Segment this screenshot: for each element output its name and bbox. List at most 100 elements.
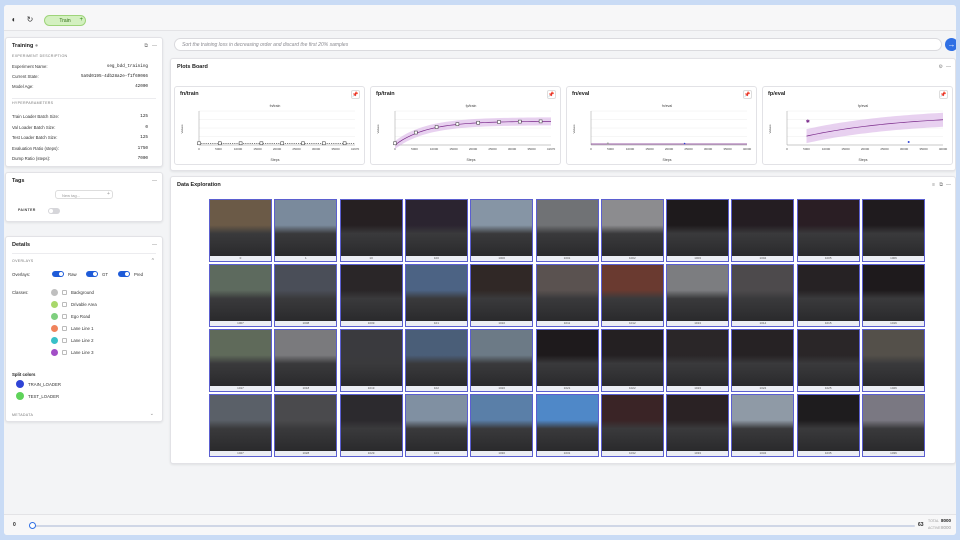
sample-cell[interactable]: 1029: [339, 394, 403, 457]
sample-cell[interactable]: 1033: [666, 394, 730, 457]
collapse-icon[interactable]: —: [946, 182, 951, 188]
sample-cell[interactable]: 1035: [796, 394, 860, 457]
pin-icon[interactable]: 📌: [939, 90, 948, 99]
sample-cell[interactable]: 1016: [862, 264, 925, 327]
sample-cell[interactable]: 0: [209, 199, 272, 262]
sample-id: 1003: [667, 256, 729, 261]
collapse-icon[interactable]: —: [152, 242, 157, 248]
sample-cell[interactable]: 1022: [600, 329, 664, 392]
pred-toggle[interactable]: [118, 271, 130, 277]
sample-cell[interactable]: 1015: [796, 264, 860, 327]
sample-cell[interactable]: 102: [404, 329, 468, 392]
x-tick-label: 35000: [527, 147, 536, 151]
add-tag-icon[interactable]: +: [107, 191, 110, 197]
sample-cell[interactable]: 10: [339, 199, 403, 262]
sample-cell[interactable]: 1008: [274, 264, 338, 327]
tags-title: Tags: [12, 178, 25, 184]
sample-cell[interactable]: 1021: [535, 329, 599, 392]
sample-cell[interactable]: 1019: [339, 329, 403, 392]
class-color-swatch[interactable]: [51, 337, 58, 344]
divider: [12, 253, 156, 254]
split-color-swatch[interactable]: [16, 392, 24, 400]
chart-fp-train[interactable]: fp/train 📌 fp/train 0 5000 10000 15000 20000 250…: [370, 86, 561, 165]
range-slider-track[interactable]: [33, 525, 915, 527]
copy-icon[interactable]: ⧉: [144, 43, 148, 49]
class-checkbox[interactable]: [62, 350, 67, 355]
sample-cell[interactable]: 1031: [535, 394, 599, 457]
sample-cell[interactable]: 1009: [339, 264, 403, 327]
sample-cell[interactable]: 1028: [274, 394, 338, 457]
sample-cell[interactable]: 1011: [535, 264, 599, 327]
sample-cell[interactable]: 1002: [600, 199, 664, 262]
split-color-swatch[interactable]: [16, 380, 24, 388]
class-checkbox[interactable]: [62, 290, 67, 295]
collapse-icon[interactable]: —: [152, 43, 157, 49]
copy-icon[interactable]: ⧉: [939, 182, 943, 188]
sample-cell[interactable]: 1010: [470, 264, 534, 327]
class-checkbox[interactable]: [62, 338, 67, 343]
sample-cell[interactable]: 1006: [862, 199, 925, 262]
sample-cell[interactable]: 1003: [666, 199, 730, 262]
add-run-icon[interactable]: +: [79, 17, 83, 23]
sample-cell[interactable]: 103: [404, 394, 468, 457]
class-color-swatch[interactable]: [51, 313, 58, 320]
settings-icon[interactable]: ⚙: [939, 64, 943, 70]
sample-cell[interactable]: 1: [274, 199, 338, 262]
sample-cell[interactable]: 1007: [209, 264, 272, 327]
sample-cell[interactable]: 1017: [209, 329, 272, 392]
x-tick-label: 10000: [234, 147, 243, 151]
sample-cell[interactable]: 1001: [535, 199, 599, 262]
class-color-swatch[interactable]: [51, 289, 58, 296]
chevron-up-icon[interactable]: ^: [152, 258, 154, 264]
sample-cell[interactable]: 1024: [731, 329, 795, 392]
send-button[interactable]: →: [945, 38, 956, 51]
sample-cell[interactable]: 1036: [862, 394, 925, 457]
class-checkbox[interactable]: [62, 302, 67, 307]
chart-fn-eval[interactable]: fn/eval 📌 fn/eval 0 5000 10000 15000 20000 25000…: [566, 86, 757, 165]
sample-thumbnail: [601, 330, 663, 386]
refresh-icon[interactable]: ↻: [24, 13, 36, 25]
sample-cell[interactable]: 1005: [796, 199, 860, 262]
collapse-icon[interactable]: —: [152, 178, 157, 184]
sample-cell[interactable]: 101: [404, 264, 468, 327]
sample-cell[interactable]: 1018: [274, 329, 338, 392]
sample-cell[interactable]: 1030: [470, 394, 534, 457]
sample-cell[interactable]: 1023: [666, 329, 730, 392]
sample-cell[interactable]: 1034: [731, 394, 795, 457]
new-tag-input[interactable]: New tag...: [55, 190, 113, 199]
raw-toggle[interactable]: [52, 271, 64, 277]
sample-cell[interactable]: 1027: [209, 394, 272, 457]
sample-cell[interactable]: 1012: [600, 264, 664, 327]
top-bar: ◐ ↻ Train +: [4, 5, 956, 31]
sample-cell[interactable]: 1004: [731, 199, 795, 262]
collapse-icon[interactable]: —: [946, 64, 951, 70]
class-checkbox[interactable]: [62, 326, 67, 331]
range-slider-handle[interactable]: [29, 522, 36, 529]
pin-icon[interactable]: 📌: [351, 90, 360, 99]
chevron-down-icon[interactable]: ⌄: [150, 411, 154, 417]
sample-cell[interactable]: 1014: [731, 264, 795, 327]
gt-toggle[interactable]: [86, 271, 98, 277]
prompt-input[interactable]: Sort the training loss in decreasing ord…: [174, 38, 942, 51]
sample-cell[interactable]: 1000: [470, 199, 534, 262]
sample-cell[interactable]: 1025: [796, 329, 860, 392]
sample-cell[interactable]: 1026: [862, 329, 925, 392]
sample-cell[interactable]: 1013: [666, 264, 730, 327]
grid-view-icon[interactable]: ≡: [932, 182, 935, 188]
pin-icon[interactable]: 📌: [743, 90, 752, 99]
sample-cell[interactable]: 1020: [470, 329, 534, 392]
class-color-swatch[interactable]: [51, 349, 58, 356]
chart-fp-eval[interactable]: fp/eval 📌 fp/eval 0 5000 10000 15000 20000 25000…: [762, 86, 953, 165]
painter-toggle[interactable]: [48, 208, 60, 214]
class-color-swatch[interactable]: [51, 301, 58, 308]
x-tick-label: 5000: [411, 147, 418, 151]
sample-cell[interactable]: 100: [404, 199, 468, 262]
pin-icon[interactable]: 📌: [547, 90, 556, 99]
sample-cell[interactable]: 1032: [600, 394, 664, 457]
chart-fn-train[interactable]: fn/train 📌 fn/train 0 5000 10000 15000 20000 250…: [174, 86, 365, 165]
class-color-swatch[interactable]: [51, 325, 58, 332]
run-chip[interactable]: Train +: [44, 15, 86, 26]
class-checkbox[interactable]: [62, 314, 67, 319]
theme-toggle-icon[interactable]: ◐: [8, 13, 20, 25]
y-axis-label: Values: [180, 124, 184, 133]
